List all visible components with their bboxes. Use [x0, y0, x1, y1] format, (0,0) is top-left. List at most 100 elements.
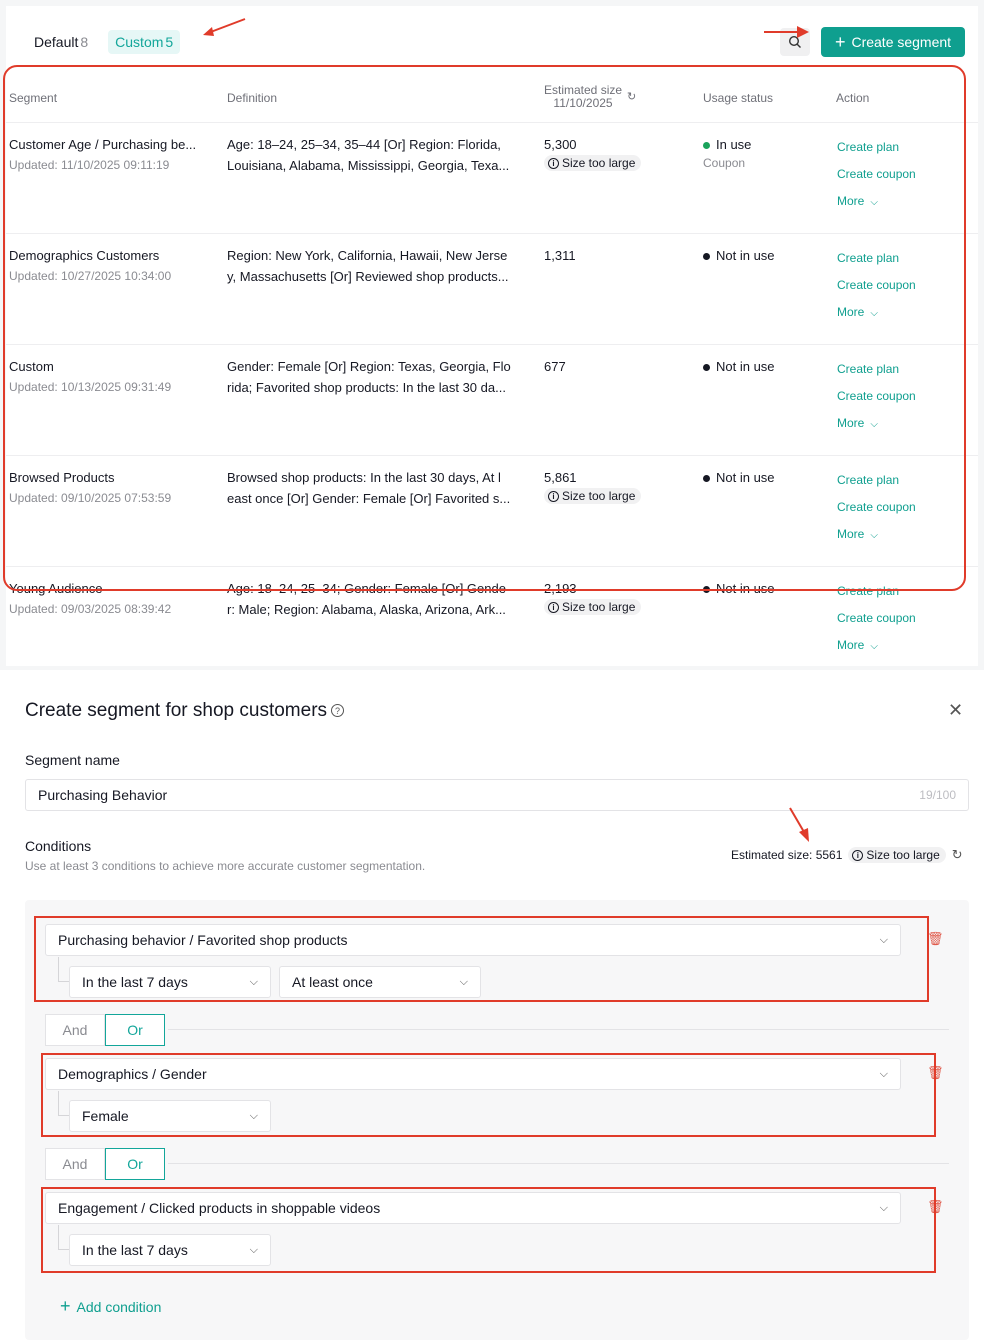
- add-condition-label: Add condition: [76, 1298, 162, 1315]
- condition-3-time-value: In the last 7 days: [82, 1242, 188, 1258]
- segment-updated: Updated: 10/13/2025 09:31:49: [9, 380, 172, 394]
- create-plan-link[interactable]: Create plan: [837, 362, 916, 376]
- more-label: More: [837, 638, 865, 652]
- segment-cell: Customer Age / Purchasing be... Updated: …: [9, 137, 196, 172]
- condition-1-select[interactable]: Purchasing behavior / Favorited shop pro…: [45, 924, 901, 956]
- table-row[interactable]: Customer Age / Purchasing be... Updated: …: [6, 122, 978, 232]
- table-row[interactable]: Demographics Customers Updated: 10/27/202…: [6, 233, 978, 343]
- col-action: Action: [836, 91, 870, 105]
- condition-2-gender-select[interactable]: Female ⌵: [69, 1100, 271, 1132]
- definition-line: y, Massachusetts [Or] Reviewed shop prod…: [227, 269, 509, 284]
- tab-default-label: Default: [34, 34, 79, 50]
- info-icon: i: [548, 490, 559, 502]
- chevron-down-icon: ⌵: [870, 530, 878, 541]
- status-badge: Not in use: [716, 248, 775, 263]
- estimated-size-cell: 5,300 i Size too large: [544, 137, 642, 171]
- action-cell: Create plan Create coupon More ⌵: [837, 584, 916, 665]
- condition-2-gender-value: Female: [82, 1108, 129, 1124]
- more-menu[interactable]: More ⌵: [837, 527, 916, 541]
- tab-custom[interactable]: Custom 5: [108, 30, 181, 54]
- condition-1-time-select[interactable]: In the last 7 days ⌵: [69, 966, 271, 998]
- trash-icon[interactable]: 🗑: [927, 1199, 944, 1215]
- action-cell: Create plan Create coupon More ⌵: [837, 473, 916, 554]
- chevron-down-icon: ⌵: [459, 975, 468, 988]
- chevron-down-icon: ⌵: [249, 1243, 258, 1256]
- and-button[interactable]: And: [45, 1148, 105, 1180]
- more-label: More: [837, 527, 865, 541]
- annotation-arrow: [789, 807, 809, 842]
- chevron-down-icon: ⌵: [249, 1109, 258, 1122]
- create-plan-link[interactable]: Create plan: [837, 251, 916, 265]
- tab-default-count: 8: [80, 34, 89, 50]
- and-or-toggle-2: And Or: [45, 1148, 165, 1180]
- table-row[interactable]: Custom Updated: 10/13/2025 09:31:49 Gender…: [6, 344, 978, 454]
- tab-default[interactable]: Default 8: [28, 30, 94, 54]
- chevron-down-icon: ⌵: [879, 1201, 888, 1214]
- search-button[interactable]: [780, 28, 810, 56]
- info-icon: i: [548, 157, 559, 169]
- close-icon[interactable]: ✕: [948, 700, 963, 721]
- create-coupon-link[interactable]: Create coupon: [837, 278, 916, 292]
- or-button[interactable]: Or: [105, 1148, 165, 1180]
- add-condition-button[interactable]: + Add condition: [60, 1296, 161, 1317]
- condition-1-frequency-select[interactable]: At least once ⌵: [279, 966, 481, 998]
- create-coupon-link[interactable]: Create coupon: [837, 500, 916, 514]
- table-header: Segment Definition Estimated size 11/10/…: [6, 76, 978, 120]
- create-segment-button[interactable]: + Create segment: [821, 27, 965, 57]
- usage-status-cell: Not in use: [703, 248, 775, 263]
- table-row[interactable]: Young Audience Updated: 09/03/2025 08:39:…: [6, 566, 978, 676]
- create-plan-link[interactable]: Create plan: [837, 473, 916, 487]
- more-menu[interactable]: More ⌵: [837, 305, 916, 319]
- segment-name-input[interactable]: Purchasing Behavior 19/100: [25, 779, 969, 811]
- more-label: More: [837, 305, 865, 319]
- or-button[interactable]: Or: [105, 1014, 165, 1046]
- condition-1-value: Purchasing behavior / Favorited shop pro…: [58, 932, 348, 948]
- chevron-down-icon: ⌵: [870, 641, 878, 652]
- create-coupon-link[interactable]: Create coupon: [837, 389, 916, 403]
- create-coupon-link[interactable]: Create coupon: [837, 611, 916, 625]
- and-button[interactable]: And: [45, 1014, 105, 1046]
- help-icon[interactable]: ?: [331, 704, 345, 718]
- more-menu[interactable]: More ⌵: [837, 638, 916, 652]
- and-or-toggle-1: And Or: [45, 1014, 165, 1046]
- status-badge: Not in use: [716, 470, 775, 485]
- condition-1-time-value: In the last 7 days: [82, 974, 188, 990]
- create-plan-link[interactable]: Create plan: [837, 140, 916, 154]
- definition-cell: Region: New York, California, Hawaii, Ne…: [227, 245, 527, 287]
- table-row[interactable]: Browsed Products Updated: 09/10/2025 07:5…: [6, 455, 978, 565]
- refresh-icon[interactable]: ↻: [627, 90, 636, 103]
- estimated-size-cell: 1,311: [544, 248, 576, 263]
- more-menu[interactable]: More ⌵: [837, 194, 916, 208]
- segment-list-card: Default 8 Custom 5 + Create segment Segmen…: [6, 6, 978, 666]
- condition-3-time-select[interactable]: In the last 7 days ⌵: [69, 1234, 271, 1266]
- trash-icon[interactable]: 🗑: [927, 1065, 944, 1081]
- create-segment-panel: Create segment for shop customers? ✕ Seg…: [0, 672, 984, 1342]
- definition-cell: Gender: Female [Or] Region: Texas, Georg…: [227, 356, 527, 398]
- col-estimated-date: 11/10/2025: [553, 96, 613, 110]
- action-cell: Create plan Create coupon More ⌵: [837, 251, 916, 332]
- action-cell: Create plan Create coupon More ⌵: [837, 140, 916, 221]
- chevron-down-icon: ⌵: [249, 975, 258, 988]
- create-coupon-link[interactable]: Create coupon: [837, 167, 916, 181]
- status-detail: Coupon: [703, 156, 746, 170]
- condition-2-select[interactable]: Demographics / Gender ⌵: [45, 1058, 901, 1090]
- search-icon: [788, 35, 801, 48]
- condition-3-select[interactable]: Engagement / Clicked products in shoppab…: [45, 1192, 901, 1224]
- estimated-size: Estimated size: 5561 i Size too large ↻: [731, 847, 963, 863]
- definition-line: Age: 18–24, 25–34; Gender: Female [Or] G…: [227, 581, 506, 596]
- estimated-size-value: 5,861: [544, 470, 577, 485]
- char-counter: 19/100: [919, 788, 956, 802]
- col-estimated-size: Estimated size 11/10/2025: [544, 84, 622, 110]
- segment-name: Custom: [9, 359, 54, 374]
- definition-cell: Browsed shop products: In the last 30 da…: [227, 467, 527, 509]
- trash-icon[interactable]: 🗑: [927, 931, 944, 947]
- status-dot: [703, 253, 710, 261]
- more-menu[interactable]: More ⌵: [837, 416, 916, 430]
- usage-status-cell: Not in use: [703, 470, 775, 485]
- segment-tabs: Default 8 Custom 5: [28, 28, 181, 56]
- create-plan-link[interactable]: Create plan: [837, 584, 916, 598]
- status-dot: [703, 475, 710, 483]
- size-badge-label: Size too large: [562, 156, 636, 170]
- refresh-icon[interactable]: ↻: [952, 847, 963, 863]
- status-badge: In use: [716, 137, 752, 152]
